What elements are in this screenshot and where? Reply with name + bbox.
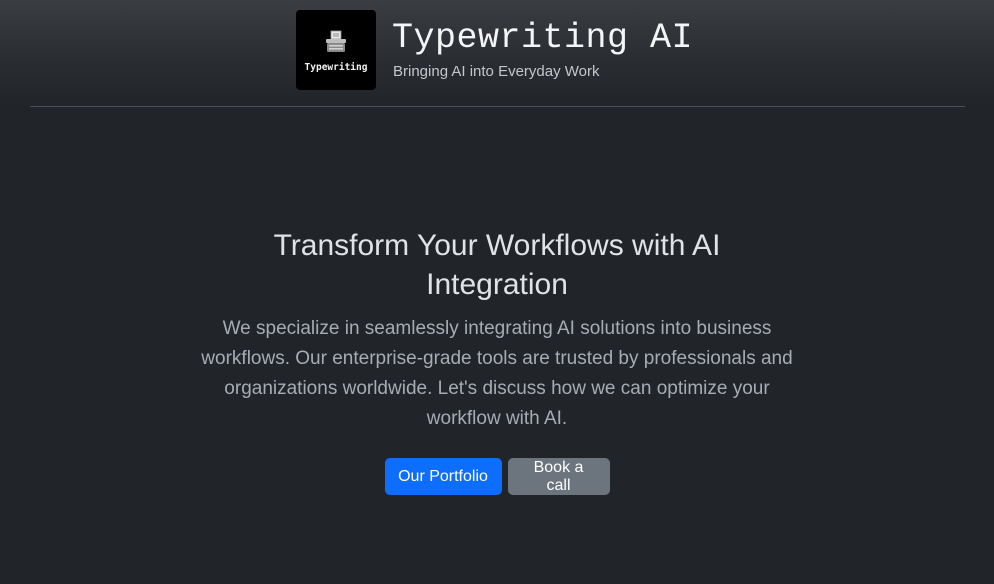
site-header: Typewriting Typewriting AI Bringing AI i…: [296, 10, 693, 90]
typewriter-icon: [326, 30, 346, 52]
book-call-button[interactable]: Book a call: [507, 458, 610, 495]
logo[interactable]: Typewriting: [296, 10, 376, 90]
header-divider: [30, 106, 965, 107]
hero-title: Transform Your Workflows with AI Integra…: [273, 229, 721, 301]
brand: Typewriting AI Bringing AI into Everyday…: [392, 10, 693, 80]
site-tagline: Bringing AI into Everyday Work: [393, 63, 600, 80]
hero-section: Transform Your Workflows with AI Integra…: [0, 226, 994, 495]
portfolio-button[interactable]: Our Portfolio: [384, 458, 502, 495]
hero-buttons: Our Portfolio Book a call: [0, 458, 994, 495]
page: Typewriting Typewriting AI Bringing AI i…: [0, 0, 994, 584]
hero-description: We specialize in seamlessly integrating …: [201, 318, 793, 429]
site-title: Typewriting AI: [392, 18, 694, 58]
logo-text: Typewriting: [304, 62, 368, 73]
